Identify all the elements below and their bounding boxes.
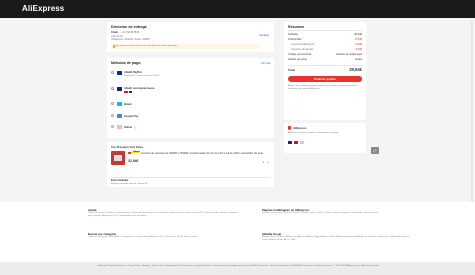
bizum-label: Bizum (124, 102, 132, 106)
visa-icon (288, 141, 292, 144)
savings-value: -8,00€ (354, 38, 362, 41)
total-label: Total (288, 68, 295, 72)
shipping-cost-value: Gratis (355, 58, 362, 61)
visa-icon (128, 91, 132, 94)
mastercard-icon (294, 141, 298, 144)
aliexpress-coupons-value: -5,00€ (354, 43, 362, 46)
qty-value: 1 (262, 161, 264, 164)
warning-icon (112, 45, 115, 48)
address-card: Dirección de entrega Chelo +34 591567845… (107, 22, 274, 52)
shipping-cost-label: Gastos de envío (288, 58, 307, 61)
paypal-sub: Regístrese o inicie sesión en PayPal (124, 75, 160, 77)
order-terms: Al hacer clic en Realizar pedido, confir… (288, 85, 358, 90)
summary-title: Resumen (288, 25, 305, 29)
product-card: Top Premium Tool Store Oferta Inversor d… (107, 142, 274, 187)
address-city: Chapinería, Madrid, Spain, 28283 (111, 38, 150, 41)
protection-title: AliExpress (293, 126, 307, 130)
address-title: Dirección de entrega (111, 25, 147, 29)
footer-help-links[interactable]: Centro de ayuda, Disputas y reclamacione… (88, 212, 238, 218)
payment-title: Métodos de pago (111, 61, 141, 65)
bizum-radio[interactable] (111, 102, 115, 106)
footer-legal-links[interactable]: Intellectual Property Protection - Priva… (88, 265, 388, 268)
back-to-top-icon[interactable]: ⤢ (371, 147, 379, 154)
change-address-link[interactable]: Cambiar (259, 34, 269, 37)
store-coupons-value: -3,00€ (354, 48, 362, 51)
secure-icon (300, 141, 304, 144)
store-coupons-label[interactable]: Cupones de tienda (291, 48, 313, 51)
subtotal-value: 40,94€ (354, 33, 362, 36)
payment-methods-card: Métodos de pago Ver más Añadir PayPal Re… (107, 58, 274, 138)
protection-text: AliExpress mantiene seguros tu informaci… (288, 132, 338, 134)
see-all-payments-link[interactable]: Ver más (261, 62, 271, 65)
promo-code-input[interactable]: Escribe el código aquí (336, 53, 362, 56)
product-price: 32,94€ (128, 159, 139, 163)
address-notice-text: Por favor, actualiza tu dirección para l… (116, 45, 178, 48)
klarna-radio[interactable] (111, 125, 115, 129)
googlepay-icon (117, 114, 122, 118)
store-name[interactable]: Top Premium Tool Store (111, 145, 143, 149)
savings-label: Al Ahorrado (288, 38, 302, 41)
paypal-label: Añadir PayPal (124, 71, 142, 74)
card-radio[interactable] (111, 87, 115, 91)
paypal-icon (117, 71, 122, 75)
googlepay-label: Google Pay (124, 114, 139, 118)
protection-card: AliExpress AliExpress mantiene seguros t… (284, 123, 366, 153)
address-phone: +34 591567845 (121, 31, 140, 34)
product-image[interactable] (111, 151, 125, 165)
googlepay-radio[interactable] (111, 114, 115, 118)
footer-group-links[interactable]: Alibaba Group Website, AliExpress, Alima… (262, 236, 412, 242)
delivery-estimate: Entrega estimada entre el: 05-nov 06 (111, 182, 147, 185)
address-notice: Por favor, actualiza tu dirección para l… (111, 44, 259, 49)
promo-code-label: Código promocional (288, 53, 312, 56)
quantity-stepper[interactable]: − 1 + (256, 161, 270, 165)
subtotal-label: Subtotal (288, 33, 298, 36)
product-checkbox[interactable] (128, 151, 131, 155)
bizum-icon (117, 102, 122, 106)
footer-sites-links[interactable]: Russian, Portuguese, Spanish, French, Ge… (262, 212, 412, 215)
product-title[interactable]: Inversor de corriente de 4000W y 6000W, … (141, 152, 267, 155)
footer-browse-links[interactable]: Todas las categorías, Novedades, Promoci… (88, 236, 238, 239)
shield-icon (288, 126, 291, 130)
total-value: 29,94€ (349, 67, 362, 72)
deal-badge: Oferta (132, 151, 141, 154)
aliexpress-coupons-label[interactable]: Cupones AliExpress (291, 43, 314, 46)
card-icon (117, 87, 122, 91)
card-label: Añadir una tarjeta nueva (124, 87, 155, 90)
klarna-label: Klarna (124, 125, 133, 129)
top-header: AliExpress (0, 0, 475, 18)
klarna-icon (117, 125, 122, 129)
qty-minus-button[interactable]: − (256, 161, 260, 165)
footer-bottom: Intellectual Property Protection - Priva… (0, 262, 475, 275)
info-icon[interactable]: ⓘ (134, 126, 137, 130)
mastercard-icon (124, 91, 128, 94)
paypal-radio[interactable] (111, 71, 115, 75)
summary-card: Resumen Subtotal 40,94€ Al Ahorrado -8,0… (284, 22, 366, 120)
place-order-button[interactable]: Realizar pedido (288, 76, 362, 82)
aliexpress-logo[interactable]: AliExpress (22, 4, 64, 13)
qty-plus-button[interactable]: + (266, 161, 270, 165)
